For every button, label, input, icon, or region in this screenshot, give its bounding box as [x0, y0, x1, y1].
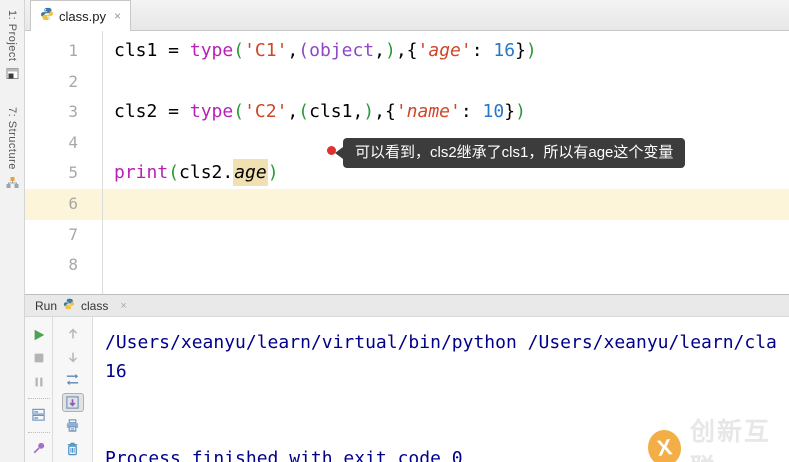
line-number[interactable]: 6 [25, 188, 103, 220]
scroll-to-end-icon[interactable] [61, 393, 84, 413]
python-icon [63, 297, 75, 315]
print-icon[interactable] [62, 416, 84, 435]
console-line: 16 [105, 361, 127, 382]
close-icon[interactable]: × [114, 9, 121, 23]
python-file-icon [40, 7, 54, 26]
run-body: /Users/xeanyu/learn/virtual/bin/python /… [25, 317, 789, 462]
code-text[interactable] [103, 250, 789, 281]
line-number[interactable]: 3 [25, 97, 103, 128]
run-panel-title: Run [35, 298, 58, 313]
run-toolbar-primary [25, 317, 53, 462]
line-number[interactable]: 8 [25, 250, 103, 281]
toolbar-separator [27, 398, 50, 400]
code-line[interactable]: 3 cls2 = type('C2',(cls1,),{'name': 10}) [25, 97, 789, 128]
run-console[interactable]: /Users/xeanyu/learn/virtual/bin/python /… [93, 317, 789, 462]
rerun-icon[interactable] [28, 325, 50, 344]
sidebar-item-label: 7: Structure [6, 107, 18, 171]
toolbar-separator [27, 431, 50, 433]
code-line[interactable]: 7 [25, 219, 789, 251]
down-arrow-icon[interactable] [62, 348, 84, 367]
tab-label: class.py [59, 8, 106, 24]
code-line[interactable]: 8 [25, 250, 789, 281]
code-editor[interactable]: 1 cls1 = type('C1',(object,),{'age': 16})… [25, 31, 789, 294]
run-toolbar-secondary [53, 317, 93, 462]
line-number[interactable]: 2 [25, 66, 103, 98]
line-number[interactable]: 7 [25, 219, 103, 251]
line-number[interactable]: 4 [25, 127, 103, 159]
restore-layout-icon[interactable] [28, 405, 50, 424]
line-number[interactable]: 1 [25, 36, 103, 67]
code-text[interactable]: cls1 = type('C1',(object,),{'age': 16}) [103, 36, 789, 67]
run-tool-window: Run class × /Users/xeanyu/learn/virtual/… [25, 294, 789, 462]
console-line: /Users/xeanyu/learn/virtual/bin/python /… [105, 332, 777, 353]
structure-icon [6, 176, 19, 194]
left-tool-stripe: 1: Project 7: Structure [0, 0, 25, 462]
clear-all-icon[interactable] [62, 439, 84, 458]
run-header: Run class × [25, 295, 789, 317]
code-line[interactable]: 2 [25, 66, 789, 98]
console-line: Process finished with exit code 0 [105, 448, 463, 462]
main-area: class.py × 1 cls1 = type('C1',(object,),{… [25, 0, 789, 462]
pin-icon[interactable] [28, 439, 50, 458]
sidebar-item-label: 1: Project [6, 10, 18, 62]
close-icon[interactable]: × [120, 300, 126, 312]
annotation-tooltip: 可以看到，cls2继承了cls1，所以有age这个变量 [334, 138, 686, 168]
pause-icon[interactable] [28, 372, 50, 391]
code-text[interactable]: cls2 = type('C2',(cls1,),{'name': 10}) [103, 97, 789, 128]
code-line[interactable]: 6 [25, 188, 789, 220]
code-text[interactable] [103, 67, 789, 98]
soft-wrap-icon[interactable] [62, 371, 84, 390]
project-icon [6, 67, 19, 85]
tab-class-py[interactable]: class.py × [30, 0, 131, 31]
sidebar-item-project[interactable]: 1: Project [0, 10, 24, 85]
run-tab-class[interactable]: class [81, 299, 108, 313]
stop-icon[interactable] [28, 348, 50, 367]
sidebar-item-structure[interactable]: 7: Structure [0, 107, 24, 194]
code-text[interactable] [103, 189, 789, 220]
line-number[interactable]: 5 [25, 158, 103, 189]
annotation-tooltip-text: 可以看到，cls2继承了cls1，所以有age这个变量 [355, 144, 674, 161]
up-arrow-icon[interactable] [62, 325, 84, 344]
editor-tab-bar: class.py × [25, 0, 789, 31]
code-text[interactable] [103, 220, 789, 251]
code-line[interactable]: 1 cls1 = type('C1',(object,),{'age': 16}) [25, 36, 789, 67]
